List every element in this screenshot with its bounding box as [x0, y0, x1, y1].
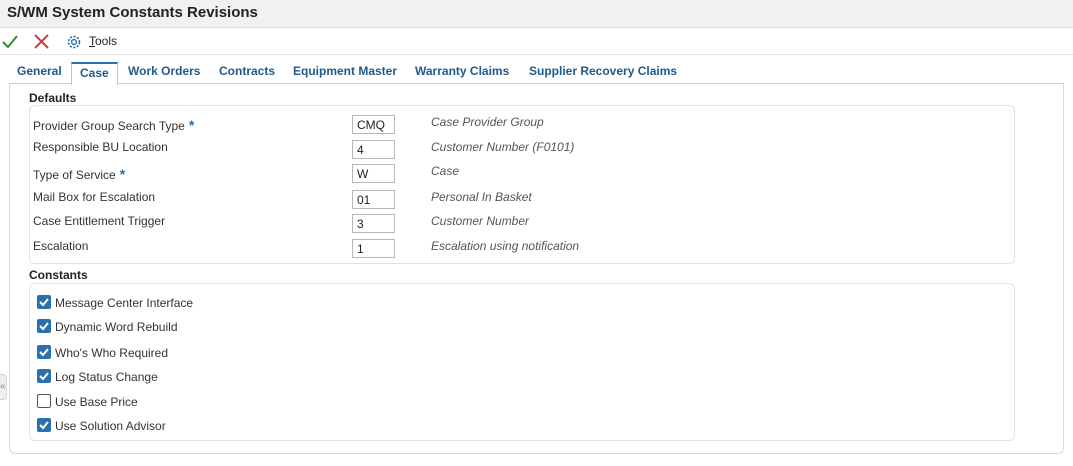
page-title: S/WM System Constants Revisions [7, 4, 258, 21]
provider-group-search-type-input[interactable] [352, 115, 395, 134]
responsible-bu-location-input[interactable] [352, 140, 395, 159]
toolbar: Tools [0, 28, 1073, 55]
collapse-panel-handle[interactable]: « [0, 374, 7, 400]
checkmark-icon [39, 298, 49, 307]
tab-warranty-claims[interactable]: Warranty Claims [415, 64, 509, 78]
responsible-bu-location-description: Customer Number (F0101) [431, 140, 575, 154]
tab-supplier-recovery-claims[interactable]: Supplier Recovery Claims [529, 64, 677, 78]
type-of-service-description: Case [431, 164, 460, 178]
close-icon [34, 34, 49, 49]
use-solution-advisor-label: Use Solution Advisor [55, 419, 166, 433]
tools-button[interactable] [66, 34, 82, 50]
case-entitlement-trigger-label: Case Entitlement Trigger [33, 214, 166, 228]
type-of-service-label: Type of Service * [33, 166, 126, 182]
mail-box-for-escalation-label: Mail Box for Escalation [33, 190, 156, 204]
log-status-change-label: Log Status Change [55, 370, 158, 384]
whos-who-required-label: Who's Who Required [55, 346, 169, 360]
tools-label-rest: ools [95, 34, 118, 48]
cancel-button[interactable] [33, 33, 50, 50]
title-bar: S/WM System Constants Revisions [0, 0, 1073, 28]
case-entitlement-trigger-input[interactable] [352, 214, 395, 233]
tab-equipment-master[interactable]: Equipment Master [293, 64, 397, 78]
provider-group-search-type-description: Case Provider Group [431, 115, 544, 129]
tab-general[interactable]: General [17, 64, 62, 78]
log-status-change-checkbox[interactable] [37, 369, 51, 383]
dynamic-word-rebuild-checkbox[interactable] [37, 319, 51, 333]
use-base-price-checkbox[interactable] [37, 394, 51, 408]
required-marker: * [188, 117, 195, 133]
provider-group-search-type-label: Provider Group Search Type * [33, 117, 195, 133]
gear-icon [67, 35, 81, 49]
tools-menu-label[interactable]: Tools [89, 34, 117, 48]
whos-who-required-checkbox[interactable] [37, 345, 51, 359]
tab-contracts[interactable]: Contracts [219, 64, 275, 78]
use-solution-advisor-checkbox[interactable] [37, 418, 51, 432]
constants-heading: Constants [29, 268, 88, 282]
checkmark-icon [39, 322, 49, 331]
mail-box-for-escalation-input[interactable] [352, 190, 395, 209]
checkmark-icon [39, 372, 49, 381]
type-of-service-input[interactable] [352, 164, 395, 183]
checkmark-icon [39, 421, 49, 430]
check-icon [2, 35, 18, 49]
responsible-bu-location-label: Responsible BU Location [33, 140, 168, 154]
escalation-description: Escalation using notification [431, 239, 580, 253]
escalation-label: Escalation [33, 239, 89, 253]
defaults-heading: Defaults [29, 91, 77, 105]
mail-box-for-escalation-description: Personal In Basket [431, 190, 532, 204]
tab-case[interactable]: Case [71, 62, 118, 85]
message-center-interface-label: Message Center Interface [55, 296, 194, 310]
tab-work-orders[interactable]: Work Orders [128, 64, 200, 78]
ok-button[interactable] [1, 33, 19, 50]
required-marker: * [119, 166, 126, 182]
case-entitlement-trigger-description: Customer Number [431, 214, 530, 228]
escalation-input[interactable] [352, 239, 395, 258]
message-center-interface-checkbox[interactable] [37, 295, 51, 309]
use-base-price-label: Use Base Price [55, 395, 138, 409]
tab-strip: General Case Work Orders Contracts Equip… [0, 56, 1073, 85]
dynamic-word-rebuild-label: Dynamic Word Rebuild [55, 320, 178, 334]
checkmark-icon [39, 348, 49, 357]
